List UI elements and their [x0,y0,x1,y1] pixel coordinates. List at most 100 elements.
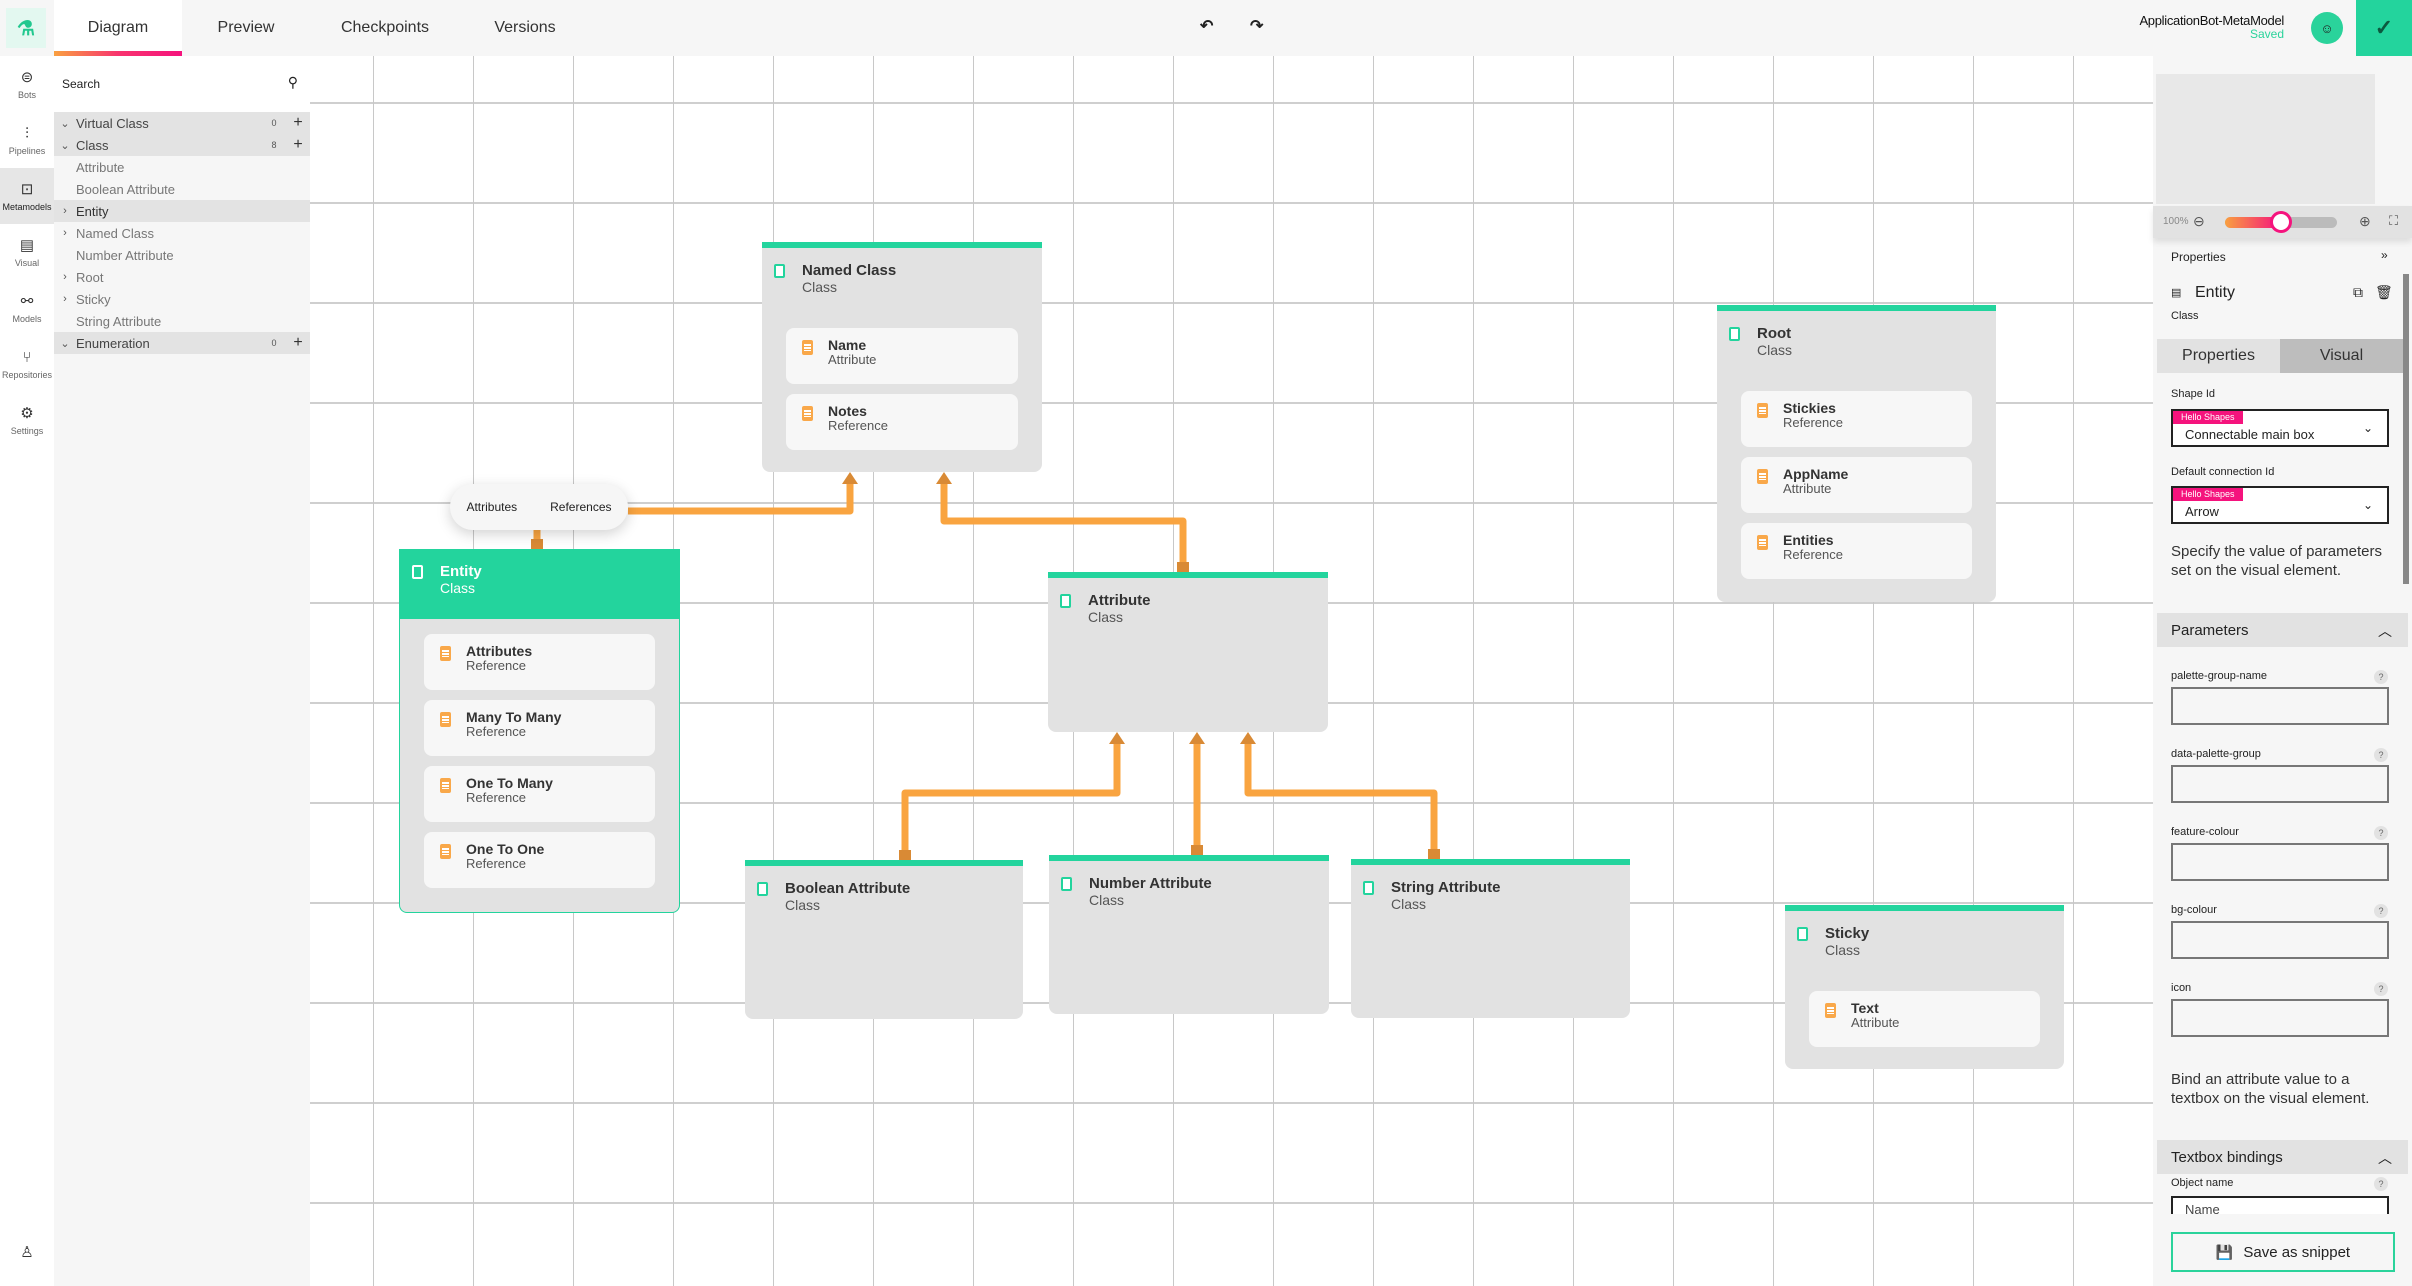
minimap[interactable] [2156,74,2375,204]
save-snippet-button[interactable]: 💾 Save as snippet [2171,1232,2395,1272]
node-type: Class [440,580,476,596]
node-named-class[interactable]: Named Class Class Name Attribute Notes Ref… [762,242,1042,472]
help-icon[interactable]: ? [2374,904,2388,918]
tab-visual[interactable]: Visual [2280,339,2403,373]
chevron-down-icon[interactable]: ⌄ [54,337,76,350]
parameter-input[interactable] [2171,687,2389,725]
help-icon[interactable]: ? [2374,748,2388,762]
bindings-section-header[interactable]: Textbox bindings ︿ [2157,1140,2408,1174]
feature-type: Reference [466,790,526,805]
tree-group[interactable]: ⌄ Virtual Class 0 + [54,112,310,134]
rail-item-bots[interactable]: ⊜ Bots [0,56,54,112]
rail-item-settings[interactable]: ⚙ Settings [0,392,54,448]
tab-checkpoints[interactable]: Checkpoints [320,0,450,56]
connection-attribute-named-class[interactable] [940,478,1187,572]
chevron-right-icon[interactable]: › [54,271,76,283]
chevron-down-icon[interactable]: ⌄ [54,117,76,130]
feature-row[interactable]: Entities Reference [1741,523,1972,579]
tree-item[interactable]: › Root [54,266,310,288]
rail-item-repositories[interactable]: ⑂ Repositories [0,336,54,392]
connection-boolean-attribute[interactable] [901,738,1121,860]
help-icon[interactable]: ? [2374,982,2388,996]
help-icon[interactable]: ? [2374,826,2388,840]
node-root[interactable]: Root Class Stickies Reference AppName Attr… [1717,305,1996,602]
parameter-label: icon [2171,982,2192,994]
help-icon[interactable]: ? [2374,1177,2388,1191]
connector-references-option[interactable]: References [550,500,611,514]
rail-item-models[interactable]: ⚯ Models [0,280,54,336]
tab-diagram[interactable]: Diagram [54,0,182,56]
tree-item[interactable]: String Attribute [54,310,310,332]
parameters-section-header[interactable]: Parameters ︿ [2157,613,2408,647]
tree-item[interactable]: Attribute [54,156,310,178]
tree-item[interactable]: › Sticky [54,288,310,310]
trash-icon[interactable]: 🗑 [2375,284,2393,301]
duplicate-icon[interactable]: ⧉ [2353,284,2363,301]
feature-row[interactable]: Name Attribute [786,328,1018,384]
diagram-canvas[interactable]: Named Class Class Name Attribute Notes Ref… [310,56,2153,1286]
parameter-input[interactable] [2171,843,2389,881]
undo-icon[interactable]: ↶ [1200,16,1213,36]
search-icon[interactable]: ⚲ [288,74,298,91]
double-chevron-right-icon[interactable]: » [2381,248,2388,262]
help-icon[interactable]: ? [2374,670,2388,684]
feature-row[interactable]: Text Attribute [1809,991,2040,1047]
feature-row[interactable]: Notes Reference [786,394,1018,450]
avatar[interactable]: ☺ [2311,12,2343,44]
node-attribute[interactable]: Attribute Class [1048,572,1328,732]
panel-scrollbar[interactable] [2403,274,2409,584]
feature-row[interactable]: Many To Many Reference [424,700,655,756]
tree-item[interactable]: Boolean Attribute [54,178,310,200]
feature-row[interactable]: Stickies Reference [1741,391,1972,447]
tree-item[interactable]: › Entity [54,200,310,222]
rail-label: Metamodels [2,202,52,212]
add-icon[interactable]: + [286,136,310,154]
connection-id-select[interactable]: Hello Shapes Arrow ⌄ [2171,486,2389,524]
feature-row[interactable]: One To Many Reference [424,766,655,822]
add-icon[interactable]: + [286,114,310,132]
node-string-attribute[interactable]: String Attribute Class [1351,859,1630,1018]
parameter-input[interactable] [2171,765,2389,803]
object-name-select[interactable]: Name [2171,1196,2389,1214]
chevron-right-icon[interactable]: › [54,293,76,305]
account-button[interactable]: ♙ [0,1226,54,1282]
tree-item[interactable]: › Named Class [54,222,310,244]
chevron-down-icon[interactable]: ⌄ [54,139,76,152]
tree-item[interactable]: Number Attribute [54,244,310,266]
zoom-slider-handle[interactable] [2270,211,2292,233]
redo-icon[interactable]: ↷ [1250,16,1263,36]
tab-preview[interactable]: Preview [182,0,310,56]
tree-group[interactable]: ⌄ Enumeration 0 + [54,332,310,354]
feature-row[interactable]: Attributes Reference [424,634,655,690]
feature-row[interactable]: AppName Attribute [1741,457,1972,513]
tree-group[interactable]: ⌄ Class 8 + [54,134,310,156]
tab-properties[interactable]: Properties [2157,339,2280,373]
zoom-slider[interactable] [2225,211,2337,233]
confirm-button[interactable]: ✓ [2356,0,2412,56]
chevron-right-icon[interactable]: › [54,205,76,217]
tab-versions[interactable]: Versions [460,0,590,56]
rail-item-metamodels[interactable]: ⊡ Metamodels [0,168,54,224]
feature-row[interactable]: One To One Reference [424,832,655,888]
connection-entity-named-class[interactable] [628,478,854,515]
zoom-in-icon[interactable]: ⊕ [2359,213,2371,230]
node-number-attribute[interactable]: Number Attribute Class [1049,855,1329,1014]
parameter-input[interactable] [2171,999,2389,1037]
rail-item-pipelines[interactable]: ⫶ Pipelines [0,112,54,168]
node-entity[interactable]: Entity Class Attributes Reference Many To… [399,549,680,913]
search-input[interactable] [62,72,262,96]
connector-attributes-option[interactable]: Attributes [466,500,517,514]
add-icon[interactable]: + [286,334,310,352]
connection-string-attribute[interactable] [1244,738,1438,859]
fullscreen-icon[interactable]: ⛶ [2389,213,2398,229]
zoom-out-icon[interactable]: ⊖ [2193,213,2205,230]
parameter-input[interactable] [2171,921,2389,959]
section-title: Textbox bindings [2171,1149,2283,1166]
shape-id-select[interactable]: Hello Shapes Connectable main box ⌄ [2171,409,2389,447]
node-sticky[interactable]: Sticky Class Text Attribute [1785,905,2064,1069]
rail-item-visual[interactable]: ▤ Visual [0,224,54,280]
chevron-right-icon[interactable]: › [54,227,76,239]
flask-icon[interactable]: ⚗ [6,8,46,48]
node-boolean-attribute[interactable]: Boolean Attribute Class [745,860,1023,1019]
bot-icon: ⊜ [20,69,34,86]
